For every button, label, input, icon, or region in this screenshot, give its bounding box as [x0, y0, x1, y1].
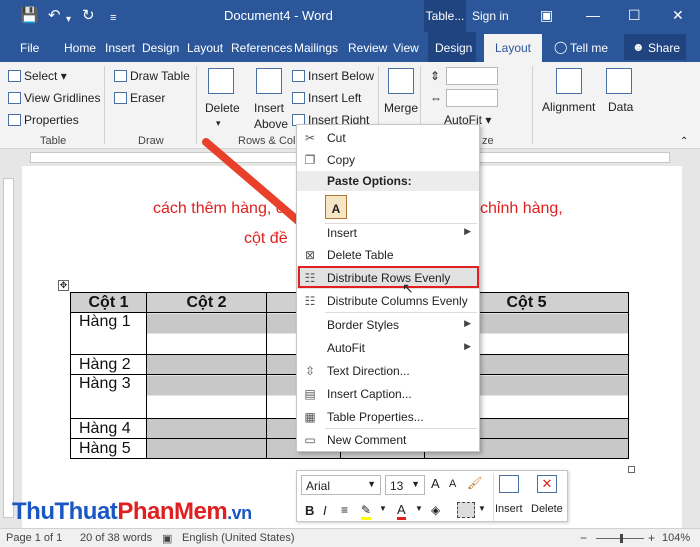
word-count[interactable]: 20 of 38 words [80, 532, 152, 544]
menu-item-cut[interactable]: ✂ Cut [297, 127, 479, 149]
menu-item-table-properties[interactable]: ▦ Table Properties... [297, 406, 479, 428]
shrink-font-icon[interactable]: A [449, 478, 456, 490]
distribute-columns-icon: ☷ [304, 294, 316, 308]
format-painter-icon[interactable]: 🖌 [467, 476, 482, 490]
font-name-select[interactable]: Arial ▼ [301, 475, 381, 495]
grow-font-icon[interactable]: A [431, 476, 440, 491]
delete-table-icon: ⊠ [304, 248, 316, 262]
menu-separator [325, 312, 477, 313]
caption-icon: ▤ [304, 387, 316, 401]
scissors-icon: ✂ [304, 131, 316, 145]
chevron-down-icon[interactable]: ▼ [379, 504, 387, 513]
proofing-icon[interactable]: ▣ [162, 532, 172, 545]
menu-item-text-direction[interactable]: ⇳ Text Direction... [297, 360, 479, 382]
submenu-arrow-icon: ▶ [464, 341, 471, 351]
font-color-icon[interactable]: A [397, 502, 406, 520]
highlight-color-icon[interactable]: ✎ [361, 503, 372, 520]
submenu-arrow-icon: ▶ [464, 226, 471, 236]
align-center-icon[interactable]: ≡ [341, 503, 348, 517]
zoom-level[interactable]: 104% [662, 532, 690, 544]
comment-icon: ▭ [304, 433, 316, 447]
chevron-down-icon[interactable]: ▼ [415, 504, 423, 513]
zoom-slider-thumb[interactable] [620, 534, 623, 543]
paste-options-header: Paste Options: [297, 171, 479, 191]
delete-table-x-icon: ✕ [537, 475, 557, 493]
insert-button[interactable]: Insert [495, 503, 523, 515]
menu-item-delete-table[interactable]: ⊠ Delete Table [297, 244, 479, 266]
language[interactable]: English (United States) [182, 532, 295, 544]
context-menu: ✂ Cut ❐ Copy Paste Options: A Insert ▶ ⊠ Del… [296, 124, 480, 452]
toolbar-separator [493, 473, 494, 521]
thuthuatphanmem-logo: ThuThuatPhanMem.vn [12, 498, 252, 525]
menu-item-autofit[interactable]: AutoFit ▶ [297, 337, 479, 359]
page-count[interactable]: Page 1 of 1 [6, 532, 62, 544]
menu-item-insert[interactable]: Insert ▶ [297, 222, 479, 244]
status-bar: Page 1 of 1 20 of 38 words ▣ English (Un… [0, 528, 700, 547]
shading-icon[interactable]: ◈ [431, 503, 440, 517]
insert-table-icon [499, 475, 519, 493]
chevron-down-icon: ▼ [411, 479, 420, 489]
mini-toolbar: Arial ▼ 13 ▼ A A 🖌 B I ≡ ✎ ▼ A ▼ ◈ ▼ Inser… [296, 470, 568, 522]
font-size-select[interactable]: 13 ▼ [385, 475, 425, 495]
bold-button[interactable]: B [305, 503, 314, 518]
delete-button[interactable]: Delete [531, 503, 563, 515]
copy-icon: ❐ [304, 153, 316, 167]
chevron-down-icon[interactable]: ▼ [478, 504, 486, 513]
zoom-out-icon[interactable]: − [580, 531, 587, 545]
submenu-arrow-icon: ▶ [464, 318, 471, 328]
menu-item-distribute-columns[interactable]: ☷ Distribute Columns Evenly [297, 290, 479, 312]
menu-item-copy[interactable]: ❐ Copy [297, 149, 479, 171]
paste-keep-text-icon[interactable]: A [325, 195, 347, 219]
chevron-down-icon: ▼ [367, 479, 376, 489]
highlight-box-annotation [298, 266, 479, 288]
mouse-cursor-icon: ↖ [402, 280, 414, 296]
table-properties-icon: ▦ [304, 410, 316, 424]
menu-item-new-comment[interactable]: ▭ New Comment [297, 429, 479, 451]
borders-icon[interactable] [457, 502, 475, 518]
menu-item-border-styles[interactable]: Border Styles ▶ [297, 314, 479, 336]
menu-item-insert-caption[interactable]: ▤ Insert Caption... [297, 383, 479, 405]
italic-button[interactable]: I [323, 503, 327, 518]
zoom-in-icon[interactable]: + [648, 531, 655, 545]
text-direction-icon: ⇳ [304, 364, 316, 378]
